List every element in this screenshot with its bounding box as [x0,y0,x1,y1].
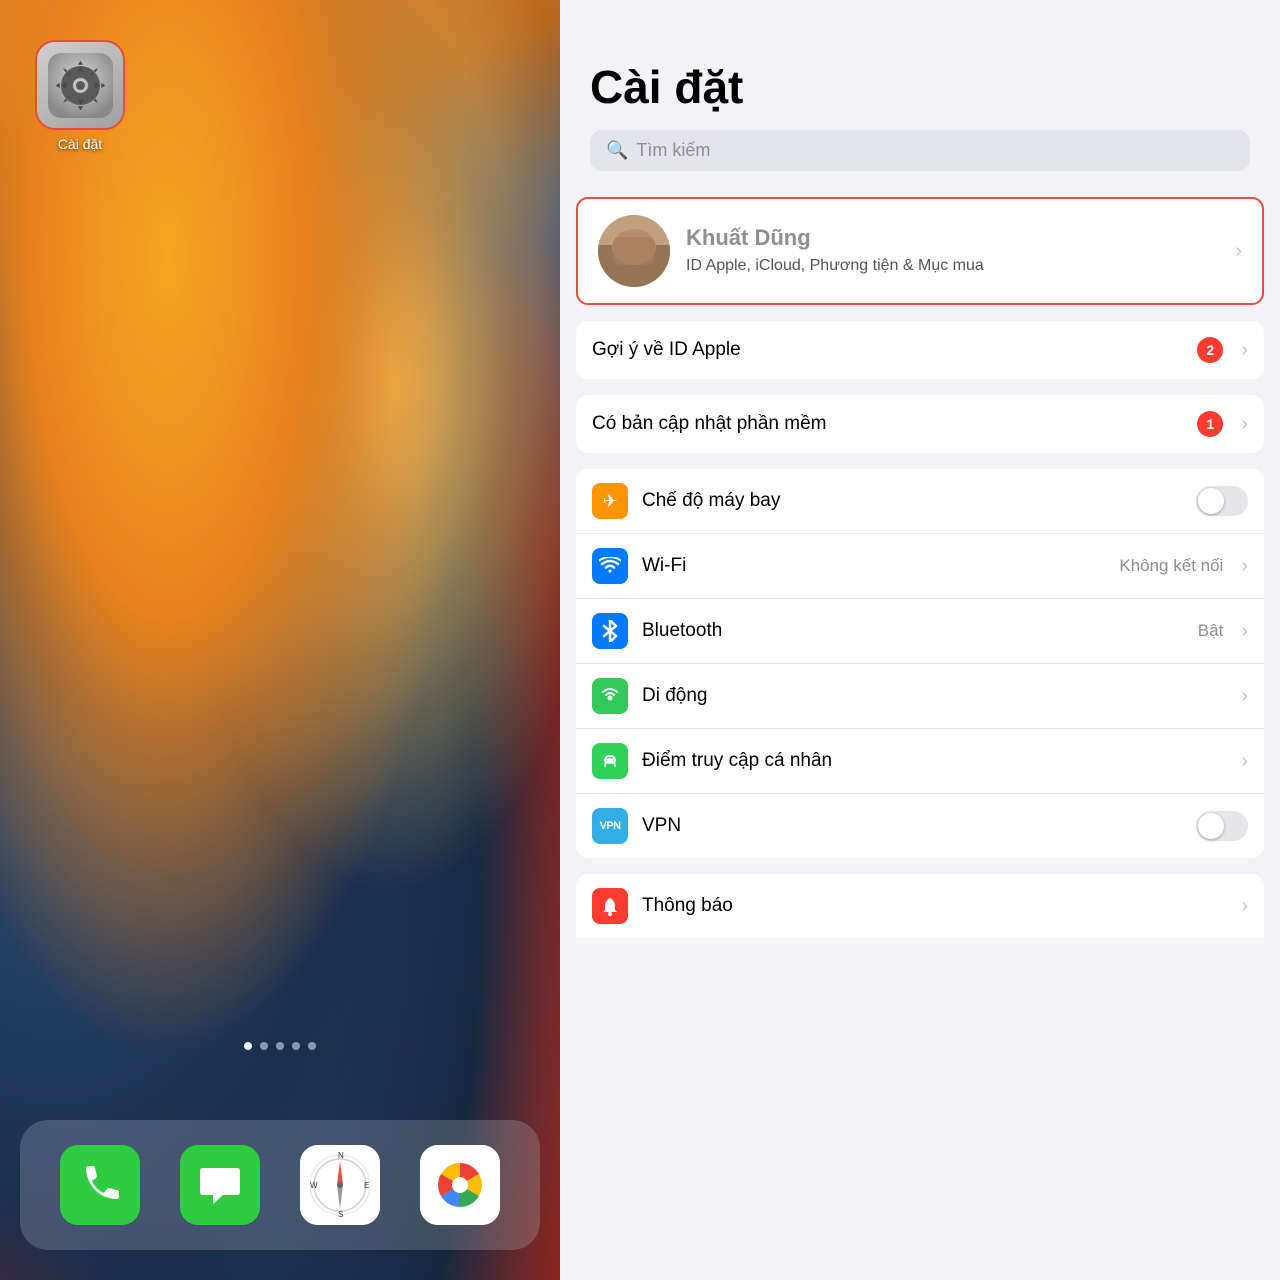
profile-name: Khuất Dũng [686,225,1219,251]
wallpaper [0,0,560,1280]
wifi-value: Không kết nối [1119,556,1223,576]
software-update-label: Có bản cập nhật phần mềm [592,413,1183,435]
software-update-badge: 1 [1197,411,1223,437]
home-screen: Cài đặt [0,0,560,1280]
apple-id-chevron: › [1241,339,1248,362]
dot-1 [244,1042,252,1050]
dock-safari-icon[interactable]: N S W E [300,1145,380,1225]
apple-id-suggestion-label: Gợi ý về ID Apple [592,339,1183,361]
messages-icon [195,1160,245,1210]
search-bar[interactable]: 🔍 Tìm kiếm [590,130,1250,171]
gear-icon [48,53,113,118]
notifications-label: Thông báo [642,895,1227,917]
avatar [598,215,670,287]
airplane-toggle[interactable] [1196,486,1248,516]
profile-avatar-image [598,215,670,287]
settings-app-icon[interactable]: Cài đặt [30,40,130,152]
profile-row[interactable]: Khuất Dũng ID Apple, iCloud, Phương tiện… [576,197,1264,305]
notifications-chevron: › [1241,895,1248,918]
bluetooth-chevron: › [1241,620,1248,643]
dot-5 [308,1042,316,1050]
connectivity-section: ✈ Chế độ máy bay Wi-Fi Không kết nối › [576,469,1264,858]
cellular-icon [592,678,628,714]
notifications-symbol [600,896,620,916]
bluetooth-value: Bật [1198,621,1224,641]
settings-header: Cài đặt 🔍 Tìm kiếm [560,0,1280,181]
svg-text:W: W [310,1181,318,1190]
hotspot-icon [592,743,628,779]
vpn-label: VPN [642,815,1182,837]
dot-2 [260,1042,268,1050]
profile-chevron: › [1235,240,1242,263]
hotspot-row[interactable]: Điểm truy cập cá nhân › [576,729,1264,794]
safari-icon: N S W E [300,1145,380,1225]
software-update-row[interactable]: Có bản cập nhật phần mềm 1 › [576,395,1264,453]
software-update-chevron: › [1241,413,1248,436]
cellular-symbol [600,686,620,706]
dock-messages-icon[interactable] [180,1145,260,1225]
airplane-label: Chế độ máy bay [642,490,1182,512]
software-update-section: Có bản cập nhật phần mềm 1 › [576,395,1264,453]
wifi-symbol [599,557,621,575]
apple-id-section: Gợi ý về ID Apple 2 › [576,321,1264,379]
dock: N S W E [20,1120,540,1250]
wifi-chevron: › [1241,555,1248,578]
svg-text:E: E [364,1181,369,1190]
apple-id-suggestion-row[interactable]: Gợi ý về ID Apple 2 › [576,321,1264,379]
bluetooth-icon [592,613,628,649]
airplane-mode-row[interactable]: ✈ Chế độ máy bay [576,469,1264,534]
bluetooth-symbol [601,620,619,642]
wifi-icon [592,548,628,584]
photos-icon [420,1145,500,1225]
settings-panel: Cài đặt 🔍 Tìm kiếm Khuất D [560,0,1280,1280]
cellular-label: Di động [642,685,1227,707]
notifications-icon [592,888,628,924]
dock-photos-icon[interactable] [420,1145,500,1225]
settings-icon-box [35,40,125,130]
airplane-icon: ✈ [592,483,628,519]
cellular-chevron: › [1241,685,1248,708]
phone-icon [77,1162,123,1208]
hotspot-label: Điểm truy cập cá nhân [642,750,1227,772]
hotspot-chevron: › [1241,750,1248,773]
vpn-icon: VPN [592,808,628,844]
dock-phone-icon[interactable] [60,1145,140,1225]
page-title: Cài đặt [590,60,1250,114]
wifi-label: Wi-Fi [642,555,1105,577]
dot-3 [276,1042,284,1050]
search-placeholder: Tìm kiếm [636,140,710,161]
profile-info: Khuất Dũng ID Apple, iCloud, Phương tiện… [686,225,1219,277]
dot-4 [292,1042,300,1050]
settings-list: Khuất Dũng ID Apple, iCloud, Phương tiện… [560,181,1280,1280]
bluetooth-row[interactable]: Bluetooth Bật › [576,599,1264,664]
notifications-section: Thông báo › [576,874,1264,938]
vpn-toggle[interactable] [1196,811,1248,841]
search-icon: 🔍 [606,140,628,161]
cellular-row[interactable]: Di động › [576,664,1264,729]
svg-text:S: S [338,1210,343,1219]
page-dots [0,1042,560,1050]
profile-subtitle: ID Apple, iCloud, Phương tiện & Mục mua [686,255,1219,277]
hotspot-symbol [600,751,620,771]
bluetooth-label: Bluetooth [642,620,1184,642]
svg-text:N: N [338,1151,344,1160]
notifications-row[interactable]: Thông báo › [576,874,1264,938]
wifi-row[interactable]: Wi-Fi Không kết nối › [576,534,1264,599]
apple-id-badge: 2 [1197,337,1223,363]
settings-app-label: Cài đặt [58,136,102,152]
vpn-row[interactable]: VPN VPN [576,794,1264,858]
